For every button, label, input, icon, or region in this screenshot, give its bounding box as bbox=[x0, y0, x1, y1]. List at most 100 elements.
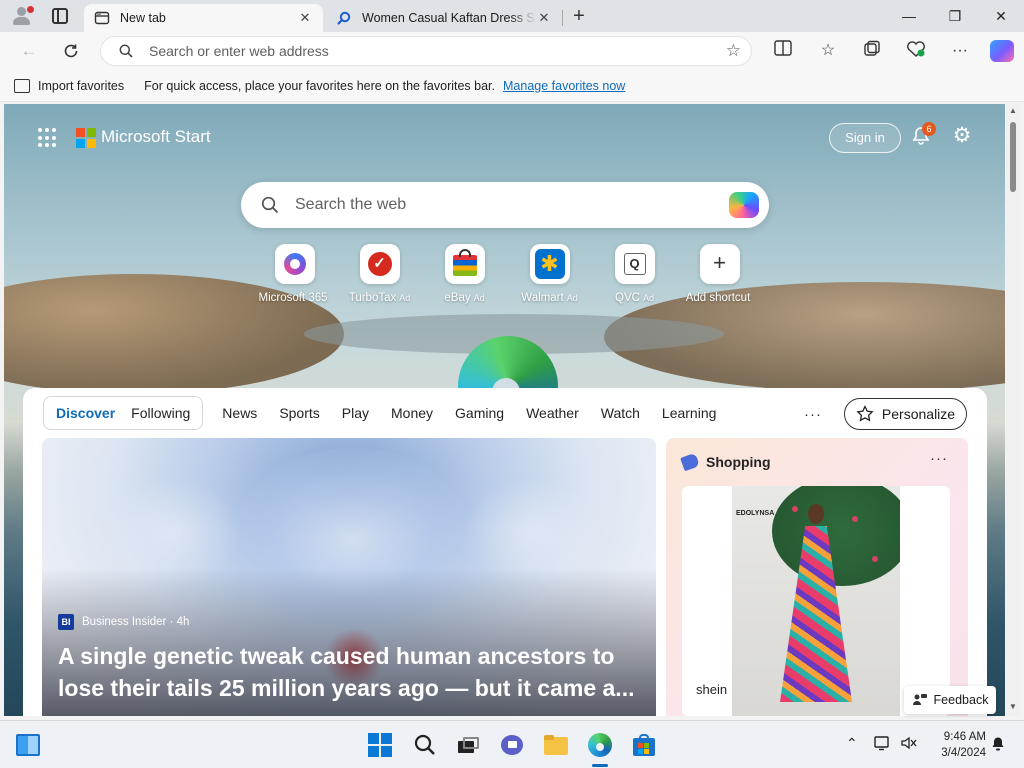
title-bar: New tab ✕ Women Casual Kaftan Dress Sho … bbox=[0, 0, 1024, 32]
web-search-box[interactable] bbox=[241, 182, 769, 228]
import-icon bbox=[14, 78, 30, 93]
more-tabs-button[interactable]: ··· bbox=[804, 406, 822, 423]
teams-chat-icon[interactable] bbox=[500, 733, 524, 757]
tab-following[interactable]: Following bbox=[123, 405, 198, 421]
refresh-icon bbox=[64, 44, 78, 58]
task-view-icon[interactable] bbox=[456, 733, 480, 757]
volume-muted-icon[interactable] bbox=[900, 735, 918, 754]
copilot-search-icon[interactable] bbox=[729, 192, 759, 218]
ad-label: Ad bbox=[566, 293, 578, 303]
product-brand: shein bbox=[696, 682, 728, 697]
address-bar[interactable]: ☆ bbox=[100, 36, 752, 66]
feedback-button[interactable]: Feedback bbox=[904, 686, 996, 714]
import-favorites-label: Import favorites bbox=[38, 78, 125, 93]
shortcut-microsoft-365[interactable]: Microsoft 365 bbox=[252, 244, 337, 304]
hero-article-card[interactable]: BI Business Insider · 4h A single geneti… bbox=[42, 438, 656, 716]
active-app-indicator bbox=[592, 764, 608, 767]
personalize-button[interactable]: Personalize bbox=[844, 398, 967, 430]
tab-news[interactable]: News bbox=[211, 405, 268, 421]
settings-more-icon[interactable]: ··· bbox=[949, 40, 971, 62]
new-tab-page: Microsoft Start Sign in 6 ⚙ Microsoft 36… bbox=[4, 104, 1005, 716]
shortcut-qvc[interactable]: Q QVC Ad bbox=[592, 244, 677, 304]
profile-icon[interactable] bbox=[10, 6, 34, 26]
logo-square-green bbox=[87, 128, 96, 137]
split-screen-icon[interactable] bbox=[772, 40, 794, 62]
widgets-icon[interactable] bbox=[16, 734, 40, 758]
page-scrollbar[interactable]: ▲ ▼ bbox=[1006, 104, 1020, 716]
flower-decoration bbox=[792, 506, 798, 512]
ad-label: Ad bbox=[399, 293, 411, 303]
system-clock[interactable]: 9:46 AM 3/4/2024 bbox=[930, 729, 986, 761]
address-input[interactable] bbox=[149, 37, 709, 65]
microsoft-store-icon[interactable] bbox=[632, 733, 656, 757]
shortcut-label: eBay bbox=[444, 292, 471, 304]
shortcut-label: TurboTax bbox=[348, 292, 397, 304]
new-tab-page-icon bbox=[94, 11, 110, 25]
close-tab-icon[interactable]: ✕ bbox=[297, 10, 313, 26]
minimize-button[interactable]: — bbox=[886, 0, 932, 32]
start-windows-icon[interactable] bbox=[368, 733, 392, 757]
restore-button[interactable]: ❐ bbox=[932, 0, 978, 32]
shortcut-label: Add shortcut bbox=[685, 292, 751, 304]
feedback-label: Feedback bbox=[933, 693, 989, 707]
tab-weather[interactable]: Weather bbox=[515, 405, 590, 421]
price-tag-icon bbox=[680, 452, 700, 472]
tab-kaftan-dress[interactable]: Women Casual Kaftan Dress Sho ✕ bbox=[326, 4, 562, 32]
close-tab-icon[interactable]: ✕ bbox=[536, 10, 552, 26]
shortcut-walmart[interactable]: ✱ Walmart Ad bbox=[507, 244, 592, 304]
tab-play[interactable]: Play bbox=[331, 405, 380, 421]
manage-favorites-link[interactable]: Manage favorites now bbox=[503, 79, 625, 93]
logo-square-blue bbox=[76, 139, 85, 148]
tab-discover[interactable]: Discover bbox=[48, 405, 123, 421]
article-headline[interactable]: A single genetic tweak caused human ance… bbox=[58, 640, 648, 704]
page-settings-gear-icon[interactable]: ⚙ bbox=[950, 124, 974, 148]
tab-learning[interactable]: Learning bbox=[651, 405, 728, 421]
browser-essentials-icon[interactable] bbox=[905, 40, 927, 62]
news-feed: Discover Following News Sports Play Mone… bbox=[23, 388, 987, 716]
app-launcher-icon[interactable] bbox=[38, 128, 58, 148]
file-explorer-icon[interactable] bbox=[544, 733, 568, 757]
notification-count-badge: 6 bbox=[922, 122, 936, 136]
shortcut-turbotax[interactable]: ✓ TurboTax Ad bbox=[337, 244, 422, 304]
close-window-button[interactable]: ✕ bbox=[978, 0, 1024, 32]
flower-decoration bbox=[872, 556, 878, 562]
add-shortcut-button[interactable]: + Add shortcut bbox=[677, 244, 762, 304]
favorites-icon[interactable]: ☆ bbox=[817, 40, 839, 62]
tab-title: Women Casual Kaftan Dress Sho bbox=[362, 11, 536, 25]
sign-in-button[interactable]: Sign in bbox=[829, 123, 901, 153]
network-icon[interactable] bbox=[874, 735, 892, 754]
add-favorite-star-icon[interactable]: ☆ bbox=[726, 41, 741, 61]
show-hidden-icons-chevron-icon[interactable]: ⌃ bbox=[846, 735, 858, 752]
web-search-input[interactable] bbox=[295, 182, 715, 228]
tab-new-tab[interactable]: New tab ✕ bbox=[84, 4, 323, 32]
back-button[interactable]: ← bbox=[16, 38, 42, 64]
brand-title[interactable]: Microsoft Start bbox=[101, 127, 211, 147]
collections-icon[interactable] bbox=[861, 40, 883, 62]
product-card[interactable]: EDOLYNSA shein bbox=[682, 486, 950, 716]
clock-time: 9:46 AM bbox=[943, 731, 986, 743]
copilot-icon[interactable] bbox=[990, 40, 1014, 62]
shopping-more-button[interactable]: ··· bbox=[930, 450, 948, 467]
scroll-up-arrow-icon[interactable]: ▲ bbox=[1008, 106, 1018, 115]
walmart-icon: ✱ bbox=[529, 244, 570, 284]
notification-center-icon[interactable] bbox=[990, 736, 1006, 755]
shortcut-ebay[interactable]: eBay Ad bbox=[422, 244, 507, 304]
tab-gaming[interactable]: Gaming bbox=[444, 405, 515, 421]
refresh-button[interactable] bbox=[58, 38, 84, 64]
taskbar-search-icon[interactable] bbox=[413, 733, 437, 757]
shopping-card: Shopping ··· EDOLYNSA shein bbox=[666, 438, 968, 716]
tab-sports[interactable]: Sports bbox=[268, 405, 330, 421]
scrollbar-thumb[interactable] bbox=[1010, 122, 1016, 192]
search-icon bbox=[119, 44, 133, 58]
kaftan-dress-image: EDOLYNSA bbox=[732, 486, 900, 716]
import-favorites-button[interactable]: Import favorites bbox=[14, 78, 125, 93]
new-tab-button[interactable]: + bbox=[568, 6, 590, 28]
microsoft-logo-icon bbox=[76, 128, 96, 148]
tab-money[interactable]: Money bbox=[380, 405, 444, 421]
ad-label: Ad bbox=[642, 293, 654, 303]
tab-watch[interactable]: Watch bbox=[590, 405, 651, 421]
favorites-bar: Import favorites For quick access, place… bbox=[0, 70, 1024, 102]
tab-actions-icon[interactable] bbox=[52, 8, 68, 24]
scroll-down-arrow-icon[interactable]: ▼ bbox=[1008, 702, 1018, 711]
edge-taskbar-icon[interactable] bbox=[588, 733, 612, 757]
